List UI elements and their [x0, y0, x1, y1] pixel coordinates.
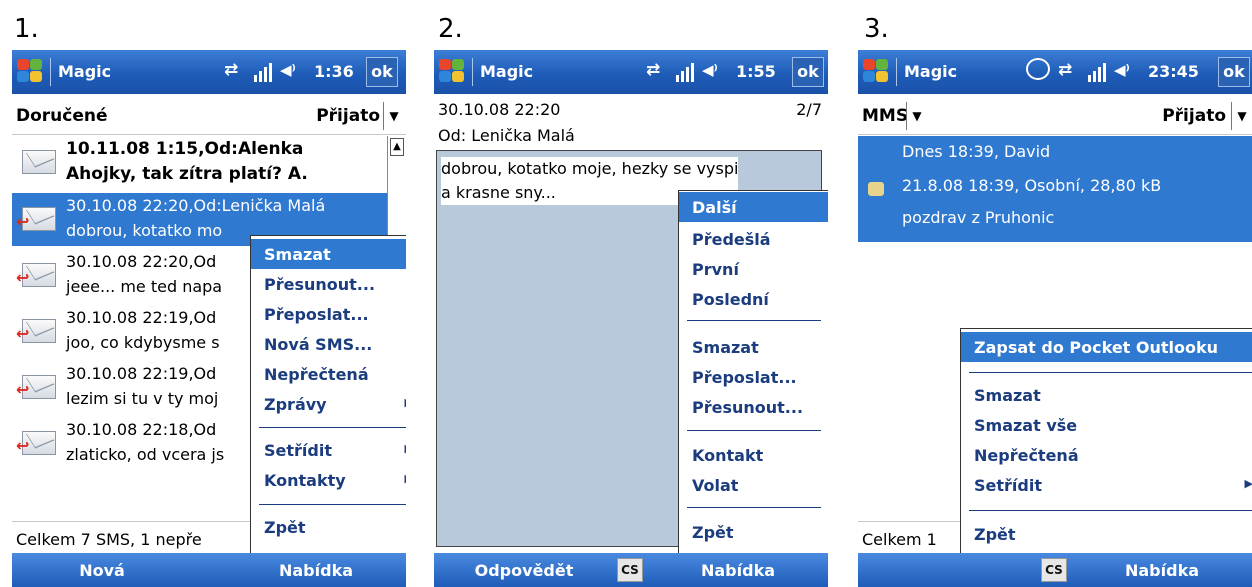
- sync-icon: ⇄: [224, 60, 239, 80]
- signal-icon: [1086, 60, 1110, 82]
- softkey-right[interactable]: Nabídka: [648, 561, 828, 580]
- ok-button[interactable]: ok: [366, 57, 398, 87]
- signal-icon: [674, 60, 698, 82]
- replied-arrow-icon: ↩: [16, 436, 30, 455]
- submenu-arrow-icon: ▶: [405, 442, 406, 455]
- submenu-arrow-icon: ▶: [405, 396, 406, 409]
- sort-dropdown-icon[interactable]: ▼: [1231, 102, 1252, 130]
- context-menu: Smazat Přesunout... Přeposlat... Nová SM…: [250, 235, 406, 559]
- context-menu: Další Předešlá První Poslední Smazat Pře…: [678, 190, 828, 560]
- volume-icon[interactable]: ◀⁾: [280, 61, 296, 79]
- windows-start-icon[interactable]: [862, 58, 890, 84]
- submenu-arrow-icon: ▶: [1244, 477, 1252, 490]
- context-menu: Zapsat do Pocket Outlooku Smazat Smazat …: [960, 328, 1252, 559]
- app-title: Magic: [480, 62, 534, 81]
- folder-dropdown-icon[interactable]: ▼: [906, 102, 927, 130]
- step-label-3: 3.: [864, 14, 889, 44]
- menu-item-zpet[interactable]: Zpět: [251, 512, 406, 542]
- sync-icon: ⇄: [1058, 60, 1073, 80]
- message-from: Od: Lenička Malá: [438, 126, 575, 145]
- step-label-1: 1.: [14, 14, 39, 44]
- menu-item-zpet[interactable]: Zpět: [679, 517, 828, 547]
- message-page: 2/7: [796, 100, 822, 119]
- clock-time[interactable]: 1:36: [314, 62, 354, 81]
- ok-button[interactable]: ok: [1218, 57, 1250, 87]
- menu-item-preposlat[interactable]: Přeposlat...: [251, 299, 406, 329]
- folder-name[interactable]: MMS: [862, 106, 908, 126]
- body-line: dobrou, kotatko moje, hezky se vyspi: [441, 159, 739, 178]
- folder-name[interactable]: Doručené: [16, 106, 108, 126]
- windows-start-icon[interactable]: [438, 58, 466, 84]
- input-method-icon[interactable]: CS: [1041, 558, 1067, 582]
- screen-inbox: Magic ⇄ ◀⁾ 1:36 ok Doručené Přijato ▼ 10…: [12, 50, 406, 587]
- sort-label[interactable]: Přijato: [1162, 106, 1226, 126]
- menu-item-smazat-vse[interactable]: Smazat vše: [961, 410, 1252, 440]
- mms-icon: [868, 182, 884, 196]
- volume-icon[interactable]: ◀⁾: [702, 61, 718, 79]
- ok-button[interactable]: ok: [792, 57, 824, 87]
- menu-item-smazat[interactable]: Smazat: [679, 332, 828, 362]
- windows-start-icon[interactable]: [16, 58, 44, 84]
- softkey-right[interactable]: Nabídka: [226, 561, 406, 580]
- softkey-bar: Nová Nabídka: [12, 553, 406, 587]
- title-bar: Magic ⇄ ◀⁾ 23:45 ok: [858, 50, 1252, 94]
- menu-item-predesla[interactable]: Předešlá: [679, 224, 828, 254]
- menu-item-setridit[interactable]: Setřídit▶: [251, 435, 406, 465]
- menu-item-smazat[interactable]: Smazat: [251, 239, 406, 269]
- menu-item-dalsi[interactable]: Další: [679, 192, 828, 222]
- menu-item-neprectena[interactable]: Nepřečtená: [251, 359, 406, 389]
- message-date: 30.10.08 22:20: [438, 100, 561, 119]
- menu-item-nova-sms[interactable]: Nová SMS...: [251, 329, 406, 359]
- replied-arrow-icon: ↩: [16, 212, 30, 231]
- notification-bubble-icon[interactable]: [1026, 58, 1050, 80]
- volume-icon[interactable]: ◀⁾: [1114, 61, 1130, 79]
- title-bar: Magic ⇄ ◀⁾ 1:36 ok: [12, 50, 406, 94]
- softkey-right[interactable]: Nabídka: [1072, 561, 1252, 580]
- sort-dropdown-icon[interactable]: ▼: [383, 102, 404, 130]
- title-bar: Magic ⇄ ◀⁾ 1:55 ok: [434, 50, 828, 94]
- app-title: Magic: [58, 62, 112, 81]
- menu-item-smazat[interactable]: Smazat: [961, 380, 1252, 410]
- replied-arrow-icon: ↩: [16, 324, 30, 343]
- menu-item-presunout[interactable]: Přesunout...: [251, 269, 406, 299]
- app-title: Magic: [904, 62, 958, 81]
- menu-item-zpet[interactable]: Zpět: [961, 519, 1252, 549]
- input-method-icon[interactable]: CS: [617, 558, 643, 582]
- list-item[interactable]: 10.11.08 1:15,Od:Alenka Ahojky, tak zítr…: [12, 136, 398, 189]
- submenu-arrow-icon: ▶: [405, 472, 406, 485]
- clock-time[interactable]: 1:55: [736, 62, 776, 81]
- menu-item-prvni[interactable]: První: [679, 254, 828, 284]
- status-text: Celkem 7 SMS, 1 nepře: [16, 530, 202, 549]
- menu-item-kontakt[interactable]: Kontakt: [679, 440, 828, 470]
- envelope-icon: [22, 150, 56, 174]
- sort-label[interactable]: Přijato: [316, 106, 380, 126]
- menu-item-kontakty[interactable]: Kontakty▶: [251, 465, 406, 495]
- list-header: Doručené Přijato ▼: [12, 98, 406, 135]
- menu-item-presunout[interactable]: Přesunout...: [679, 392, 828, 422]
- clock-time[interactable]: 23:45: [1148, 62, 1199, 81]
- softkey-bar: Odpovědět CS Nabídka: [434, 553, 828, 587]
- screen-mms: Magic ⇄ ◀⁾ 23:45 ok MMS ▼ Přijato ▼ Dnes…: [858, 50, 1252, 587]
- menu-item-zpravy[interactable]: Zprávy▶: [251, 389, 406, 419]
- menu-item-posledni[interactable]: Poslední: [679, 284, 828, 314]
- softkey-bar: CS Nabídka: [858, 553, 1252, 587]
- softkey-left[interactable]: Nová: [12, 561, 192, 580]
- sync-icon: ⇄: [646, 60, 661, 80]
- softkey-left[interactable]: Odpovědět: [434, 561, 614, 580]
- signal-icon: [252, 60, 276, 82]
- replied-arrow-icon: ↩: [16, 268, 30, 287]
- scroll-up-icon[interactable]: ▲: [390, 138, 404, 156]
- menu-item-preposlat[interactable]: Přeposlat...: [679, 362, 828, 392]
- menu-item-setridit[interactable]: Setřídit▶: [961, 470, 1252, 500]
- menu-item-neprectena[interactable]: Nepřečtená: [961, 440, 1252, 470]
- menu-item-volat[interactable]: Volat: [679, 470, 828, 500]
- list-header: MMS ▼ Přijato ▼: [858, 98, 1252, 135]
- screen-message: Magic ⇄ ◀⁾ 1:55 ok 30.10.08 22:20 2/7 Od…: [434, 50, 828, 587]
- list-item[interactable]: Dnes 18:39, David 21.8.08 18:39, Osobní,…: [858, 136, 1252, 242]
- menu-item-zapsat-do-pocket-outlooku[interactable]: Zapsat do Pocket Outlooku: [961, 332, 1252, 362]
- status-text: Celkem 1: [862, 530, 937, 549]
- step-label-2: 2.: [438, 14, 463, 44]
- replied-arrow-icon: ↩: [16, 380, 30, 399]
